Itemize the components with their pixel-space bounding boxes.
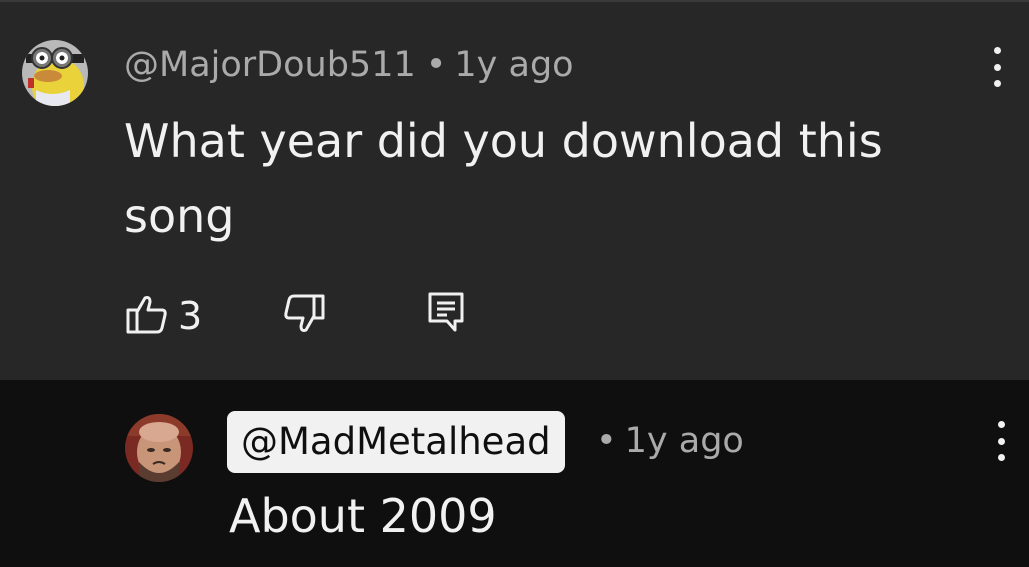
thumbs-down-icon: [283, 294, 325, 338]
comment-card: @MajorDoub511 • 1y ago What year did you d…: [0, 0, 1029, 380]
divider: [0, 0, 1029, 2]
person-avatar-icon[interactable]: [125, 414, 193, 482]
reply-author-highlight[interactable]: @MadMetalhead: [227, 411, 565, 473]
like-button[interactable]: 3: [126, 294, 202, 338]
more-vertical-icon: [993, 47, 1001, 54]
meta-separator: •: [596, 421, 617, 461]
comment-meta: @MajorDoub511 • 1y ago: [124, 48, 574, 83]
reply-text: About 2009: [229, 489, 497, 543]
reply-author[interactable]: @MadMetalhead: [241, 420, 551, 463]
dislike-button[interactable]: [283, 294, 325, 338]
comment-timestamp[interactable]: 1y ago: [454, 45, 573, 85]
comment-author[interactable]: @MajorDoub511: [124, 45, 416, 85]
minion-avatar-icon[interactable]: [22, 40, 88, 106]
reply-comment-icon: [427, 291, 465, 337]
reply-button[interactable]: [427, 291, 465, 337]
more-vertical-icon: [997, 421, 1005, 428]
meta-separator: •: [425, 45, 447, 85]
reply-meta: • 1y ago: [596, 424, 744, 459]
more-options-button[interactable]: [987, 47, 1007, 87]
comment-text: What year did you download this song: [124, 114, 883, 243]
reply-timestamp[interactable]: 1y ago: [625, 421, 744, 461]
like-count: 3: [178, 294, 203, 338]
more-options-button[interactable]: [991, 421, 1011, 461]
thumbs-up-icon: [126, 294, 168, 338]
